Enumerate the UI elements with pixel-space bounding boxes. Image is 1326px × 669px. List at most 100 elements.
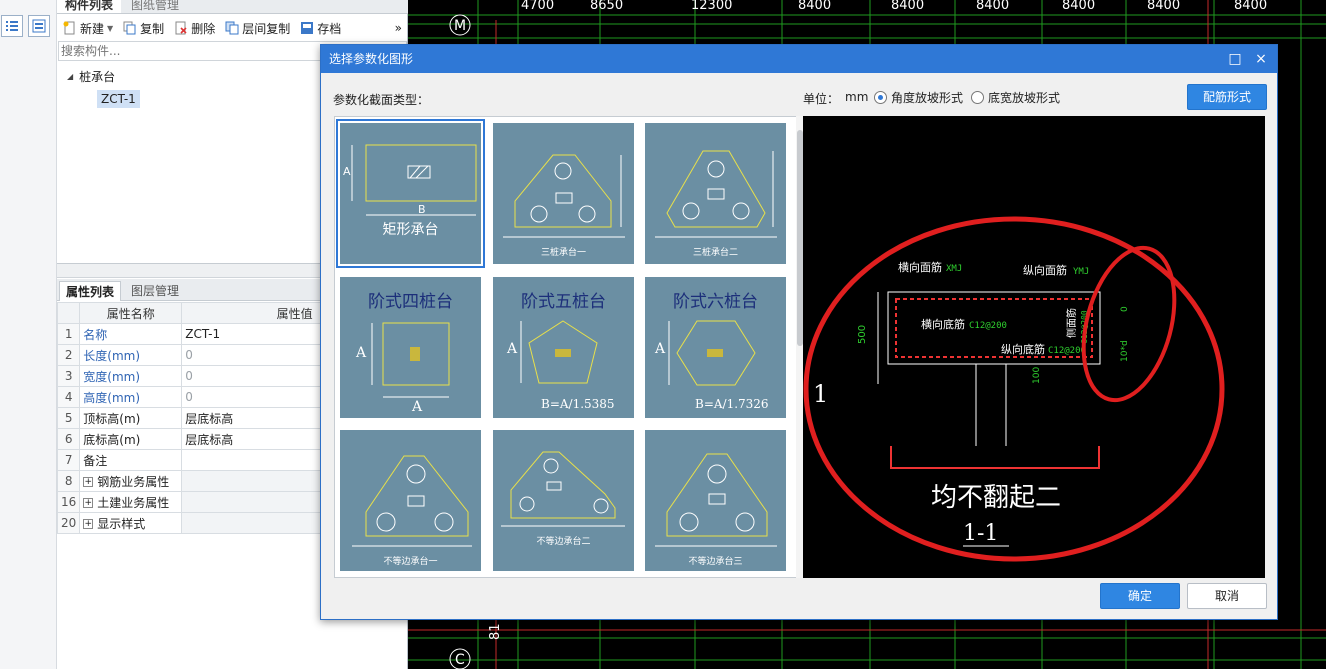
cancel-button[interactable]: 取消	[1187, 583, 1267, 609]
bottom-dim-text: 81	[488, 623, 503, 640]
dim-text: 8400	[1147, 0, 1180, 13]
dim-a-label: A	[655, 341, 666, 357]
thumbnail-caption: 三桩承台一	[540, 248, 586, 258]
unit-label: 单位：	[803, 92, 840, 106]
radio-angle-slope[interactable]: 角度放坡形式	[874, 89, 963, 106]
dim-0: 0	[1120, 306, 1130, 312]
radio-angle-label: 角度放坡形式	[891, 91, 964, 105]
thumbnail-rect-cap[interactable]: 矩形承台 A B	[336, 119, 485, 268]
row-number: 6	[56, 428, 81, 450]
header-name: 属性名称	[79, 302, 183, 324]
delete-button[interactable]: 删除	[174, 20, 215, 37]
long-bottom-label: 纵向底筋	[1001, 342, 1045, 356]
copy-label: 复制	[140, 21, 165, 36]
three-pile-drawing	[655, 150, 777, 238]
thumbnail-caption: 不等边承台一	[383, 557, 438, 567]
thumbnail-step-five-pile[interactable]: 阶式五桩台 A B=A/1.5385	[493, 277, 634, 418]
save-label: 存档	[317, 21, 342, 36]
thumbnail-step-six-pile[interactable]: 阶式六桩台 A B=A/1.7326	[645, 277, 786, 418]
chevron-down-icon[interactable]: ▼	[107, 24, 113, 33]
row-number: 5	[56, 407, 81, 429]
dim-text: 8400	[891, 0, 924, 13]
more-button[interactable]: »	[395, 21, 402, 35]
row-number: 4	[56, 386, 81, 408]
dim-100: 100	[1032, 367, 1042, 384]
dim-a-label: A	[356, 345, 367, 361]
row-name: 顶标高(m)	[79, 407, 183, 429]
expand-icon[interactable]: +	[83, 519, 94, 529]
irregular-cap-drawing	[352, 455, 472, 547]
three-pile-drawing	[503, 154, 625, 238]
maximize-icon[interactable]: □	[1227, 51, 1243, 67]
thumbnail-irregular-cap-1[interactable]: 不等边承台一	[340, 430, 481, 571]
archive-icon	[301, 22, 314, 34]
list-view-icon[interactable]	[1, 15, 23, 37]
thumbnail-three-pile-1[interactable]: 三桩承台一	[493, 123, 634, 264]
dim-text: 4700	[521, 0, 554, 13]
expand-icon[interactable]: +	[83, 477, 94, 487]
side-number: 1	[813, 380, 828, 408]
preview-caption: 均不翻起二	[931, 483, 1061, 513]
axis-label-c: C	[455, 652, 465, 668]
tab-component-list[interactable]: 构件列表	[57, 0, 122, 13]
dim-text: 12300	[691, 0, 732, 13]
ok-button[interactable]: 确定	[1100, 583, 1180, 609]
row-name: 高度(mm)	[79, 386, 183, 408]
thumbnail-irregular-cap-3[interactable]: 不等边承台三	[645, 430, 786, 571]
dim-text: 8400	[1062, 0, 1095, 13]
dim-b-label: B	[418, 203, 426, 216]
row-name: 钢筋业务属性	[97, 474, 170, 489]
irregular-cap-drawing	[501, 451, 625, 527]
dim-text: 8400	[976, 0, 1009, 13]
expand-icon[interactable]: +	[83, 498, 94, 508]
tree-node-zct1[interactable]: ZCT-1	[97, 90, 140, 108]
copy-button[interactable]: 复制	[123, 20, 164, 37]
delete-label: 删除	[191, 21, 216, 36]
tree-node-pile-cap[interactable]: ◢ 桩承台	[67, 68, 115, 85]
row-number: 3	[56, 365, 81, 387]
row-name-group[interactable]: + 钢筋业务属性	[79, 470, 183, 492]
top-dimensions: 4700 8650 12300 8400 8400 8400 8400 8400…	[521, 0, 1267, 13]
thumbnail-caption: 三桩承台二	[692, 248, 738, 258]
tree-root-label: 桩承台	[79, 70, 116, 84]
thumbnail-irregular-cap-2[interactable]: 不等边承台二	[493, 430, 634, 571]
new-button[interactable]: 新建 ▼	[63, 20, 113, 37]
radio-checked-icon[interactable]	[874, 91, 887, 104]
radio-unchecked-icon[interactable]	[971, 91, 984, 104]
thumbnail-three-pile-2[interactable]: 三桩承台二	[645, 123, 786, 264]
radio-width-label: 底宽放坡形式	[988, 91, 1061, 105]
top-bar-code: XMJ	[946, 264, 962, 274]
tab-drawing-management[interactable]: 图纸管理	[123, 0, 187, 13]
triangle-down-icon[interactable]: ◢	[67, 72, 73, 81]
axis-label-m: M	[454, 18, 466, 34]
floor-copy-label: 层间复制	[242, 21, 291, 36]
row-number: 7	[56, 449, 81, 471]
tile-view-icon[interactable]	[28, 15, 50, 37]
row-number: 2	[56, 344, 81, 366]
row-name: 显示样式	[97, 516, 146, 531]
save-button[interactable]: 存档	[300, 20, 341, 37]
rebar-form-button[interactable]: 配筋形式	[1187, 84, 1267, 110]
row-name-group[interactable]: + 土建业务属性	[79, 491, 183, 513]
close-icon[interactable]: ×	[1253, 51, 1269, 67]
row-name: 长度(mm)	[79, 344, 183, 366]
radio-width-slope[interactable]: 底宽放坡形式	[971, 89, 1060, 106]
dialog-title-bar[interactable]: 选择参数化图形	[321, 45, 1277, 73]
dim-text: 8400	[798, 0, 831, 13]
row-name-group[interactable]: + 显示样式	[79, 512, 183, 534]
new-icon	[63, 21, 75, 35]
thumbnail-step-four-pile[interactable]: 阶式四桩台 A A	[340, 277, 481, 418]
long-top-code: YMJ	[1073, 267, 1089, 277]
dim-a-label: A	[507, 341, 518, 357]
formula-label: B=A/1.7326	[695, 397, 769, 411]
thumbnail-caption: 阶式五桩台	[521, 292, 606, 312]
thumbnail-caption: 阶式六桩台	[673, 292, 758, 312]
thumbnail-caption: 矩形承台	[382, 222, 439, 238]
tab-layer-management[interactable]: 图层管理	[125, 281, 185, 301]
unit-value: mm	[845, 90, 869, 104]
tab-property-list[interactable]: 属性列表	[59, 281, 122, 301]
floor-copy-button[interactable]: 层间复制	[225, 20, 290, 37]
top-bar-label: 横向面筋	[898, 260, 942, 274]
copy-icon	[123, 21, 136, 35]
thumbnail-caption: 不等边承台三	[688, 557, 743, 567]
